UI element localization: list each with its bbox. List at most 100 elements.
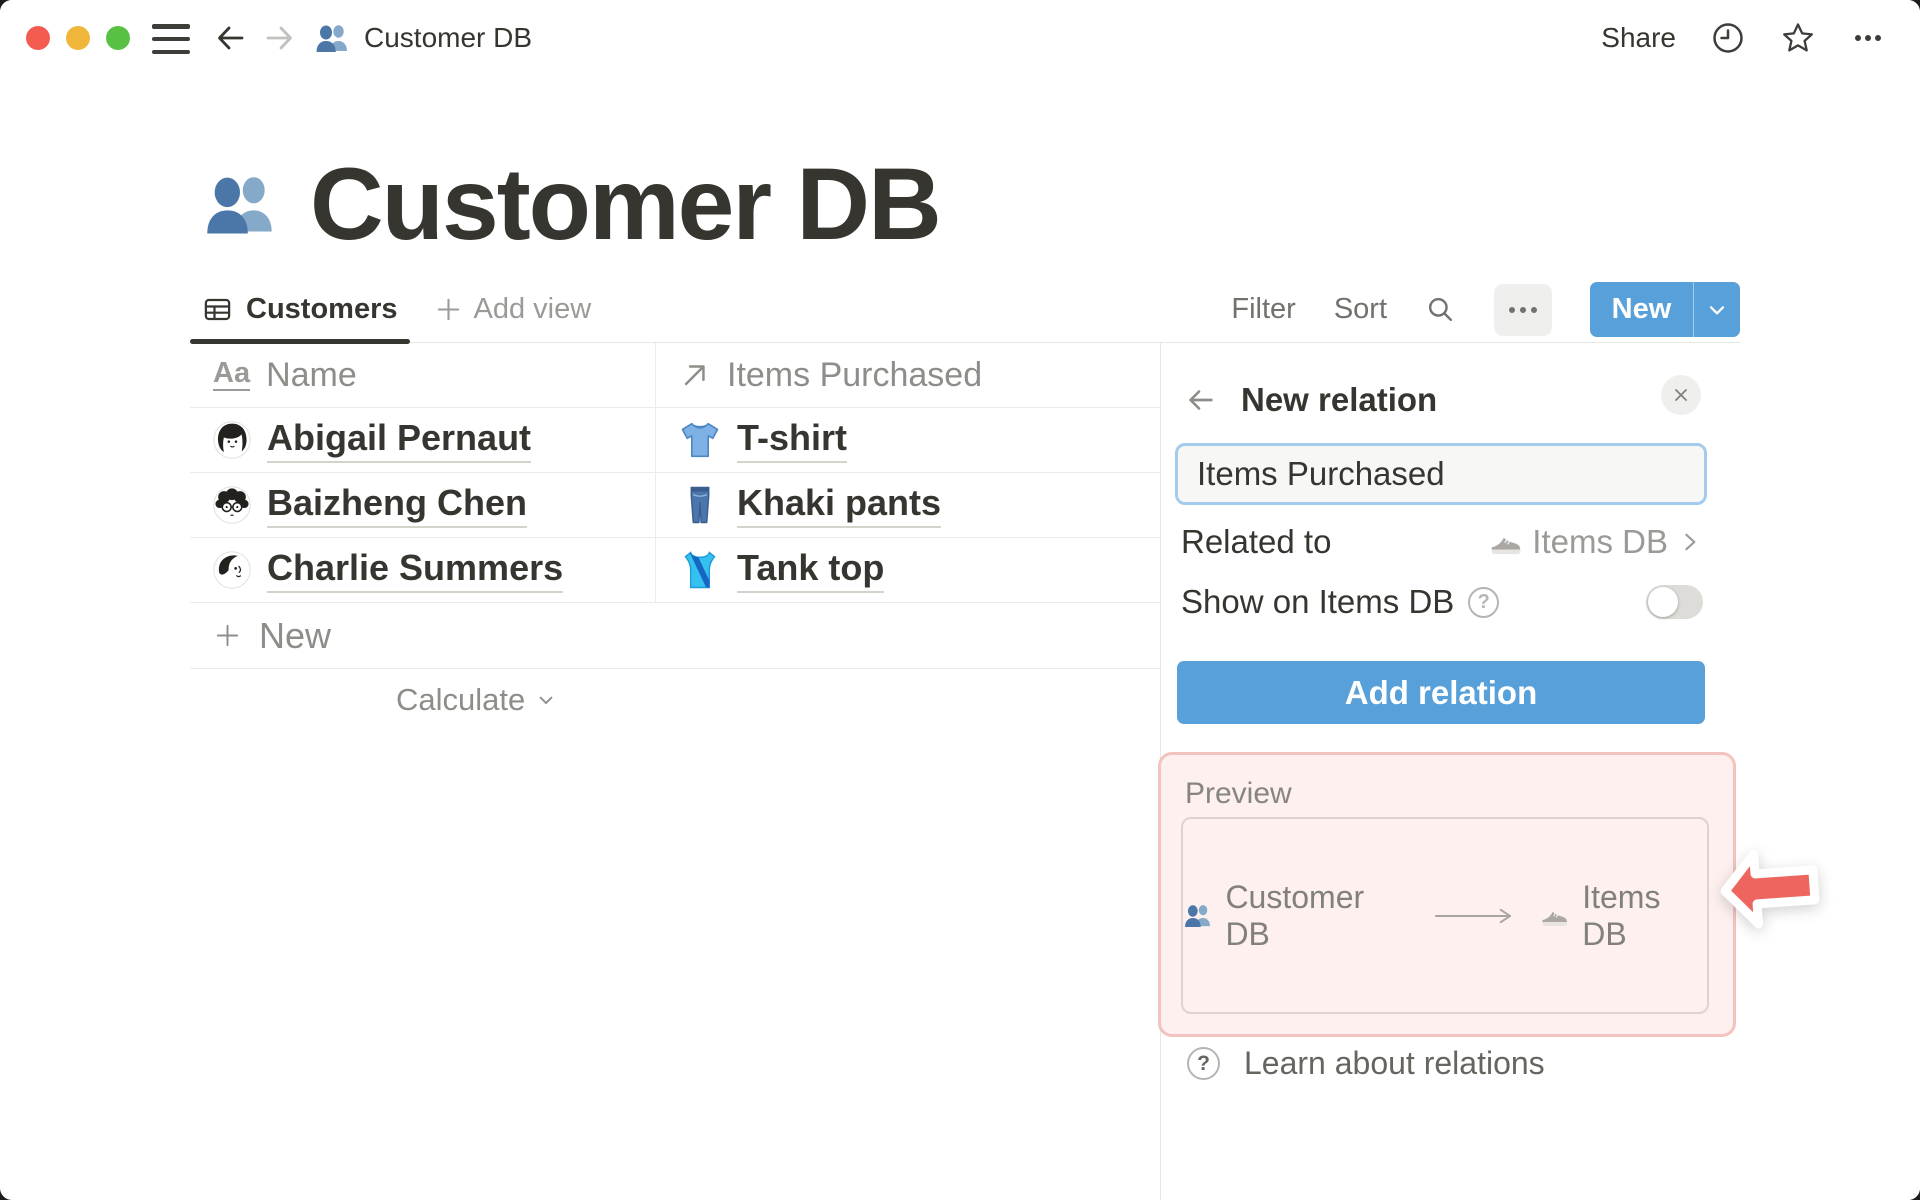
column-items-label: Items Purchased bbox=[727, 355, 983, 394]
add-view-label: Add view bbox=[473, 293, 592, 325]
name-cell: Baizheng Chen bbox=[190, 473, 655, 537]
titlebar: Customer DB Share bbox=[0, 0, 1920, 76]
page-header: Customer DB bbox=[202, 146, 942, 263]
breadcrumb-title[interactable]: Customer DB bbox=[364, 0, 532, 76]
learn-label: Learn about relations bbox=[1244, 1045, 1545, 1081]
show-on-row: Show on Items DB ? bbox=[1181, 579, 1703, 625]
help-circle-icon: ? bbox=[1187, 1047, 1220, 1080]
preview-target-label: Items DB bbox=[1582, 878, 1661, 952]
text-property-icon: Aa bbox=[213, 357, 251, 391]
name-cell: Charlie Summers bbox=[190, 538, 655, 602]
tab-customers-label: Customers bbox=[246, 293, 398, 325]
panel-title: New relation bbox=[1241, 381, 1438, 418]
panel-back-icon[interactable] bbox=[1183, 383, 1217, 417]
page-people-icon[interactable] bbox=[202, 166, 278, 242]
row-item-link[interactable]: Khaki pants bbox=[737, 482, 942, 528]
new-record-dropdown[interactable] bbox=[1694, 282, 1740, 337]
minimize-window-button[interactable] bbox=[66, 26, 90, 50]
add-relation-button[interactable]: Add relation bbox=[1177, 661, 1705, 724]
sneaker-icon bbox=[1542, 911, 1567, 926]
favorite-star-icon[interactable] bbox=[1780, 20, 1816, 56]
close-icon bbox=[1675, 389, 1687, 401]
long-arrow-right-icon bbox=[1434, 908, 1511, 923]
relation-name-input[interactable] bbox=[1175, 443, 1707, 505]
calculate-button[interactable]: Calculate bbox=[190, 669, 1160, 731]
table-row: Charlie Summers Tank top bbox=[190, 538, 1160, 603]
table-row: Baizheng Chen Khaki pants bbox=[190, 473, 1160, 538]
table-row: Abigail Pernaut T-shirt bbox=[190, 408, 1160, 473]
preview-diagram: Customer DB Items DB bbox=[1181, 817, 1709, 1014]
column-header-items-purchased[interactable]: Items Purchased bbox=[655, 343, 1160, 407]
people-icon bbox=[316, 25, 347, 52]
row-name-link[interactable]: Charlie Summers bbox=[267, 547, 564, 593]
row-item-link[interactable]: Tank top bbox=[737, 547, 885, 593]
new-record-label: New bbox=[1611, 293, 1672, 325]
tshirt-emoji bbox=[681, 422, 719, 458]
share-button[interactable]: Share bbox=[1601, 22, 1676, 54]
new-record-button[interactable]: New bbox=[1590, 282, 1740, 337]
view-more-options-button[interactable] bbox=[1494, 283, 1552, 336]
avatar-curly-glasses bbox=[213, 486, 251, 524]
plus-icon bbox=[437, 298, 459, 321]
preview-target: Items DB bbox=[1540, 879, 1707, 953]
row-name-link[interactable]: Baizheng Chen bbox=[267, 482, 528, 528]
chevron-right-icon bbox=[1685, 533, 1696, 551]
jeans-emoji bbox=[690, 486, 710, 524]
tanktop-emoji bbox=[684, 551, 716, 589]
chevron-down-icon bbox=[1709, 305, 1725, 314]
preview-source: Customer DB bbox=[1183, 879, 1408, 953]
notion-window: Customer DB Share Customer DB Customers … bbox=[0, 0, 1920, 1200]
sidebar-toggle-icon[interactable] bbox=[152, 24, 190, 54]
filter-button[interactable]: Filter bbox=[1231, 293, 1295, 326]
show-on-label: Show on Items DB bbox=[1181, 583, 1455, 620]
new-row-button[interactable]: New bbox=[190, 603, 1160, 669]
column-header-name[interactable]: Aa Name bbox=[190, 343, 655, 407]
annotation-arrow-left-icon bbox=[1720, 849, 1820, 929]
titlebar-actions: Share bbox=[1601, 0, 1886, 76]
plus-icon bbox=[216, 624, 239, 647]
table-view-icon bbox=[204, 298, 231, 321]
avatar-profile-sketch bbox=[213, 551, 251, 589]
more-options-icon[interactable] bbox=[1850, 20, 1886, 56]
items-cell: T-shirt bbox=[655, 408, 1160, 472]
tab-customers[interactable]: Customers bbox=[190, 277, 410, 344]
traffic-lights bbox=[26, 26, 130, 50]
sneaker-icon bbox=[1492, 537, 1521, 555]
column-name-label: Name bbox=[266, 355, 357, 394]
panel-close-button[interactable] bbox=[1661, 375, 1701, 415]
add-view-button[interactable]: Add view bbox=[434, 293, 592, 326]
show-on-toggle[interactable] bbox=[1646, 585, 1703, 619]
related-to-value[interactable]: Items DB bbox=[1489, 523, 1703, 561]
avatar-bob-haircut bbox=[213, 421, 251, 459]
new-relation-panel: New relation Related to Items DB bbox=[1158, 343, 1920, 1200]
zoom-window-button[interactable] bbox=[106, 26, 130, 50]
help-question-icon[interactable]: ? bbox=[1468, 586, 1500, 618]
search-icon[interactable] bbox=[1425, 294, 1456, 325]
page-title[interactable]: Customer DB bbox=[310, 146, 942, 263]
new-row-label: New bbox=[259, 614, 332, 656]
row-name-link[interactable]: Abigail Pernaut bbox=[267, 417, 532, 463]
relation-property-icon bbox=[684, 365, 705, 386]
row-item-link[interactable]: T-shirt bbox=[737, 417, 848, 463]
chevron-down-icon bbox=[539, 696, 553, 704]
people-icon bbox=[1185, 905, 1210, 927]
sort-button[interactable]: Sort bbox=[1334, 293, 1387, 326]
related-to-db-name: Items DB bbox=[1532, 523, 1668, 560]
learn-about-relations-link[interactable]: ? Learn about relations bbox=[1187, 1045, 1545, 1082]
related-to-row[interactable]: Related to Items DB bbox=[1181, 519, 1703, 565]
items-cell: Khaki pants bbox=[655, 473, 1160, 537]
view-tab-bar: Customers Add view Filter Sort New bbox=[190, 277, 1740, 344]
table-header-row: Aa Name Items Purchased bbox=[190, 343, 1160, 408]
updates-clock-icon[interactable] bbox=[1710, 20, 1746, 56]
calculate-label: Calculate bbox=[396, 682, 526, 717]
preview-source-label: Customer DB bbox=[1225, 878, 1365, 952]
name-cell: Abigail Pernaut bbox=[190, 408, 655, 472]
preview-label: Preview bbox=[1185, 777, 1292, 810]
related-to-label: Related to bbox=[1181, 523, 1332, 560]
items-cell: Tank top bbox=[655, 538, 1160, 602]
customers-table: Aa Name Items Purchased Abigail Pernaut bbox=[190, 343, 1160, 731]
forward-icon[interactable] bbox=[262, 20, 298, 56]
view-controls: Filter Sort New bbox=[1231, 282, 1740, 337]
close-window-button[interactable] bbox=[26, 26, 50, 50]
back-icon[interactable] bbox=[212, 20, 248, 56]
